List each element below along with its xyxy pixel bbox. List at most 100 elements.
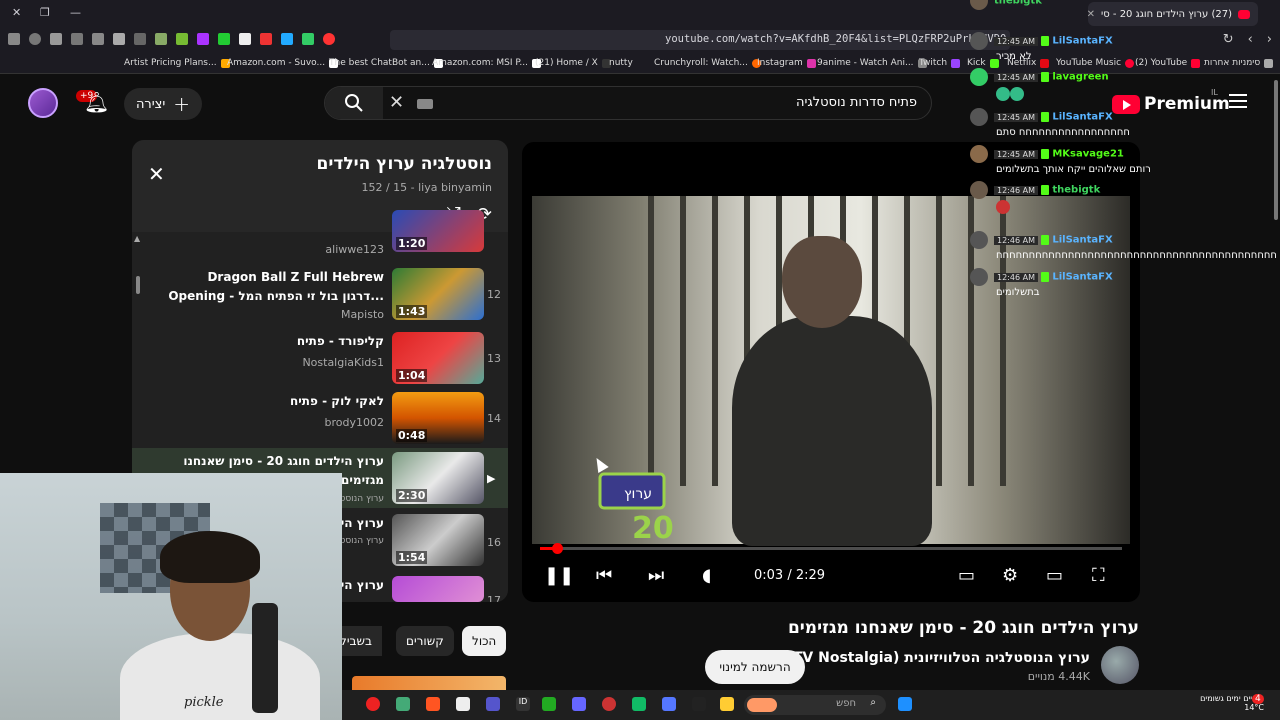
address-bar[interactable]: youtube.com/watch?v=AKfdhB_20F4&list=PLQ… [390,30,1010,50]
account-avatar[interactable] [28,88,58,118]
create-button[interactable]: יצירה + [124,88,202,120]
extension-icon[interactable] [218,33,230,45]
sidebar-icon[interactable] [113,33,125,45]
playlist-item[interactable]: Dragon Ball Z Full Hebrew Opening - דרגו… [132,268,508,328]
shield-icon[interactable] [29,33,41,45]
bookmark-item[interactable]: The best ChatBot an... [329,58,443,68]
page-scrollbar[interactable] [1274,80,1278,220]
search-input[interactable]: פתיח סדרות נוסטלגיה [796,95,917,110]
fullscreen-icon[interactable]: ⛶ [1092,565,1105,586]
pause-icon[interactable]: ❚❚ [544,565,574,586]
playlist-item[interactable]: קליפורד - פתיח NostalgiaKids1 1:04 13 [132,332,508,392]
bookmark-item[interactable]: Amazon.com: MSI P... [432,58,541,68]
windows-start-icon[interactable] [898,697,912,711]
chip-related[interactable]: קשורים [396,626,454,656]
channel-avatar[interactable] [1101,646,1139,684]
emote-icon [996,200,1010,214]
channel-20-logo-icon: ערוץ 20 [598,472,674,544]
close-playlist-icon[interactable]: ✕ [148,162,165,186]
clear-search-icon[interactable]: ✕ [389,92,404,113]
webcam-overlay: pickle [0,473,342,720]
menu-icon[interactable] [8,33,20,45]
window-close-icon[interactable]: ✕ [12,6,21,19]
pin-icon[interactable] [71,33,83,45]
next-icon[interactable]: ⏭︎ [648,565,664,586]
streamer-hair [160,531,260,583]
window-minimize-icon[interactable]: — [70,6,81,19]
bookmark-item[interactable]: Instagram [757,58,816,68]
brave-icon[interactable] [426,697,440,711]
channel-name[interactable]: ערוץ הנוסטלגיה הטלוויזיונית (TV Nostalgi… [786,650,1090,666]
puzzle-icon[interactable] [50,33,62,45]
notifications-bell-icon[interactable]: 🔔︎ [84,90,109,114]
bookmark-item[interactable]: Twitch [919,58,961,68]
chat-avatar [970,0,988,10]
playlist-item[interactable]: aliwwe123 1:20 [132,210,508,262]
shirt-print: pickle [184,695,224,710]
settings-icon[interactable] [396,697,410,711]
discord-icon[interactable] [662,697,676,711]
bookmark-item[interactable]: Artist Pricing Plans... [124,58,230,68]
tabs-icon[interactable] [92,33,104,45]
settings-gear-icon[interactable]: ⚙︎ [1002,565,1018,586]
extension-icon[interactable] [155,33,167,45]
chip-all[interactable]: הכול [462,626,507,656]
bookmark-item[interactable]: nutty [609,58,633,68]
bookmark-item[interactable]: (21) Home / X [535,58,611,68]
steam-icon[interactable] [632,697,646,711]
app-icon[interactable] [572,697,586,711]
plus-icon: + [173,92,191,116]
extension-icon[interactable] [176,33,188,45]
folder-icon[interactable] [720,697,734,711]
chat-message: 12:45 AM LilSantaFX חחחחחחחחחחחחחחחחח סת… [970,108,1130,138]
music-icon[interactable] [134,33,146,45]
app-icon[interactable] [456,697,470,711]
next-video-thumbnail[interactable] [352,676,506,690]
volume-icon[interactable]: ◖ [702,565,711,586]
twitch-icon [951,58,961,68]
record-icon[interactable] [323,33,335,45]
subscriber-count: 4.44K מנויים [1027,670,1090,683]
playlist-item[interactable]: לאקי לוק - פתיח brody1002 0:48 14 [132,392,508,452]
progress-bar[interactable] [540,543,1122,554]
thumbnail: 1:04 [392,332,484,384]
app-icon[interactable] [602,697,616,711]
thumbnail: 2:30 [392,452,484,504]
item-index: 13 [487,352,501,365]
id-icon[interactable]: ID [516,697,530,711]
taskbar-search[interactable]: חפש ⌕ [744,695,886,715]
chat-message: thebigtk [970,0,1042,11]
kick-badge-icon [1041,185,1050,195]
bookmark-item[interactable]: Amazon.com - Suvo... [227,58,339,68]
scrubber-handle[interactable] [552,543,564,554]
extension-icon[interactable] [281,33,293,45]
app-icon[interactable] [366,697,380,711]
window-maximize-icon[interactable]: ❐ [40,6,50,19]
theater-mode-icon[interactable]: ▭ [1046,565,1063,586]
search-highlight-icon [747,698,777,712]
teams-icon[interactable] [486,697,500,711]
extension-icon[interactable] [239,33,251,45]
subtitles-icon[interactable]: ▭ [958,565,975,586]
bookmark-item[interactable]: Crunchyroll: Watch... [654,58,761,68]
chat-avatar [970,181,988,199]
previous-icon[interactable]: ⏮︎ [596,565,612,586]
extension-icon[interactable] [197,33,209,45]
search-button[interactable] [325,87,383,119]
playlist-title[interactable]: נוסטלגיה ערוץ הילדים [317,154,492,174]
item-channel: Mapisto [340,308,384,321]
item-index: 14 [487,412,501,425]
extension-icon[interactable] [260,33,272,45]
item-channel: NostalgiaKids1 [302,356,384,369]
time-display: 0:03 / 2:29 [754,568,826,583]
bookmark-item[interactable]: 9anime - Watch Ani... [817,58,927,68]
epic-icon[interactable] [692,697,706,711]
keyboard-icon[interactable] [417,99,433,109]
chat-avatar [970,268,988,286]
item-title: לאקי לוק - פתיח [290,394,384,408]
chat-message: 12:45 AM lavagreen [970,68,1109,101]
microphone [252,603,278,713]
extension-icon[interactable] [302,33,314,45]
xbox-icon[interactable] [542,697,556,711]
subscribe-button[interactable]: הרשמה למינוי [705,650,805,684]
